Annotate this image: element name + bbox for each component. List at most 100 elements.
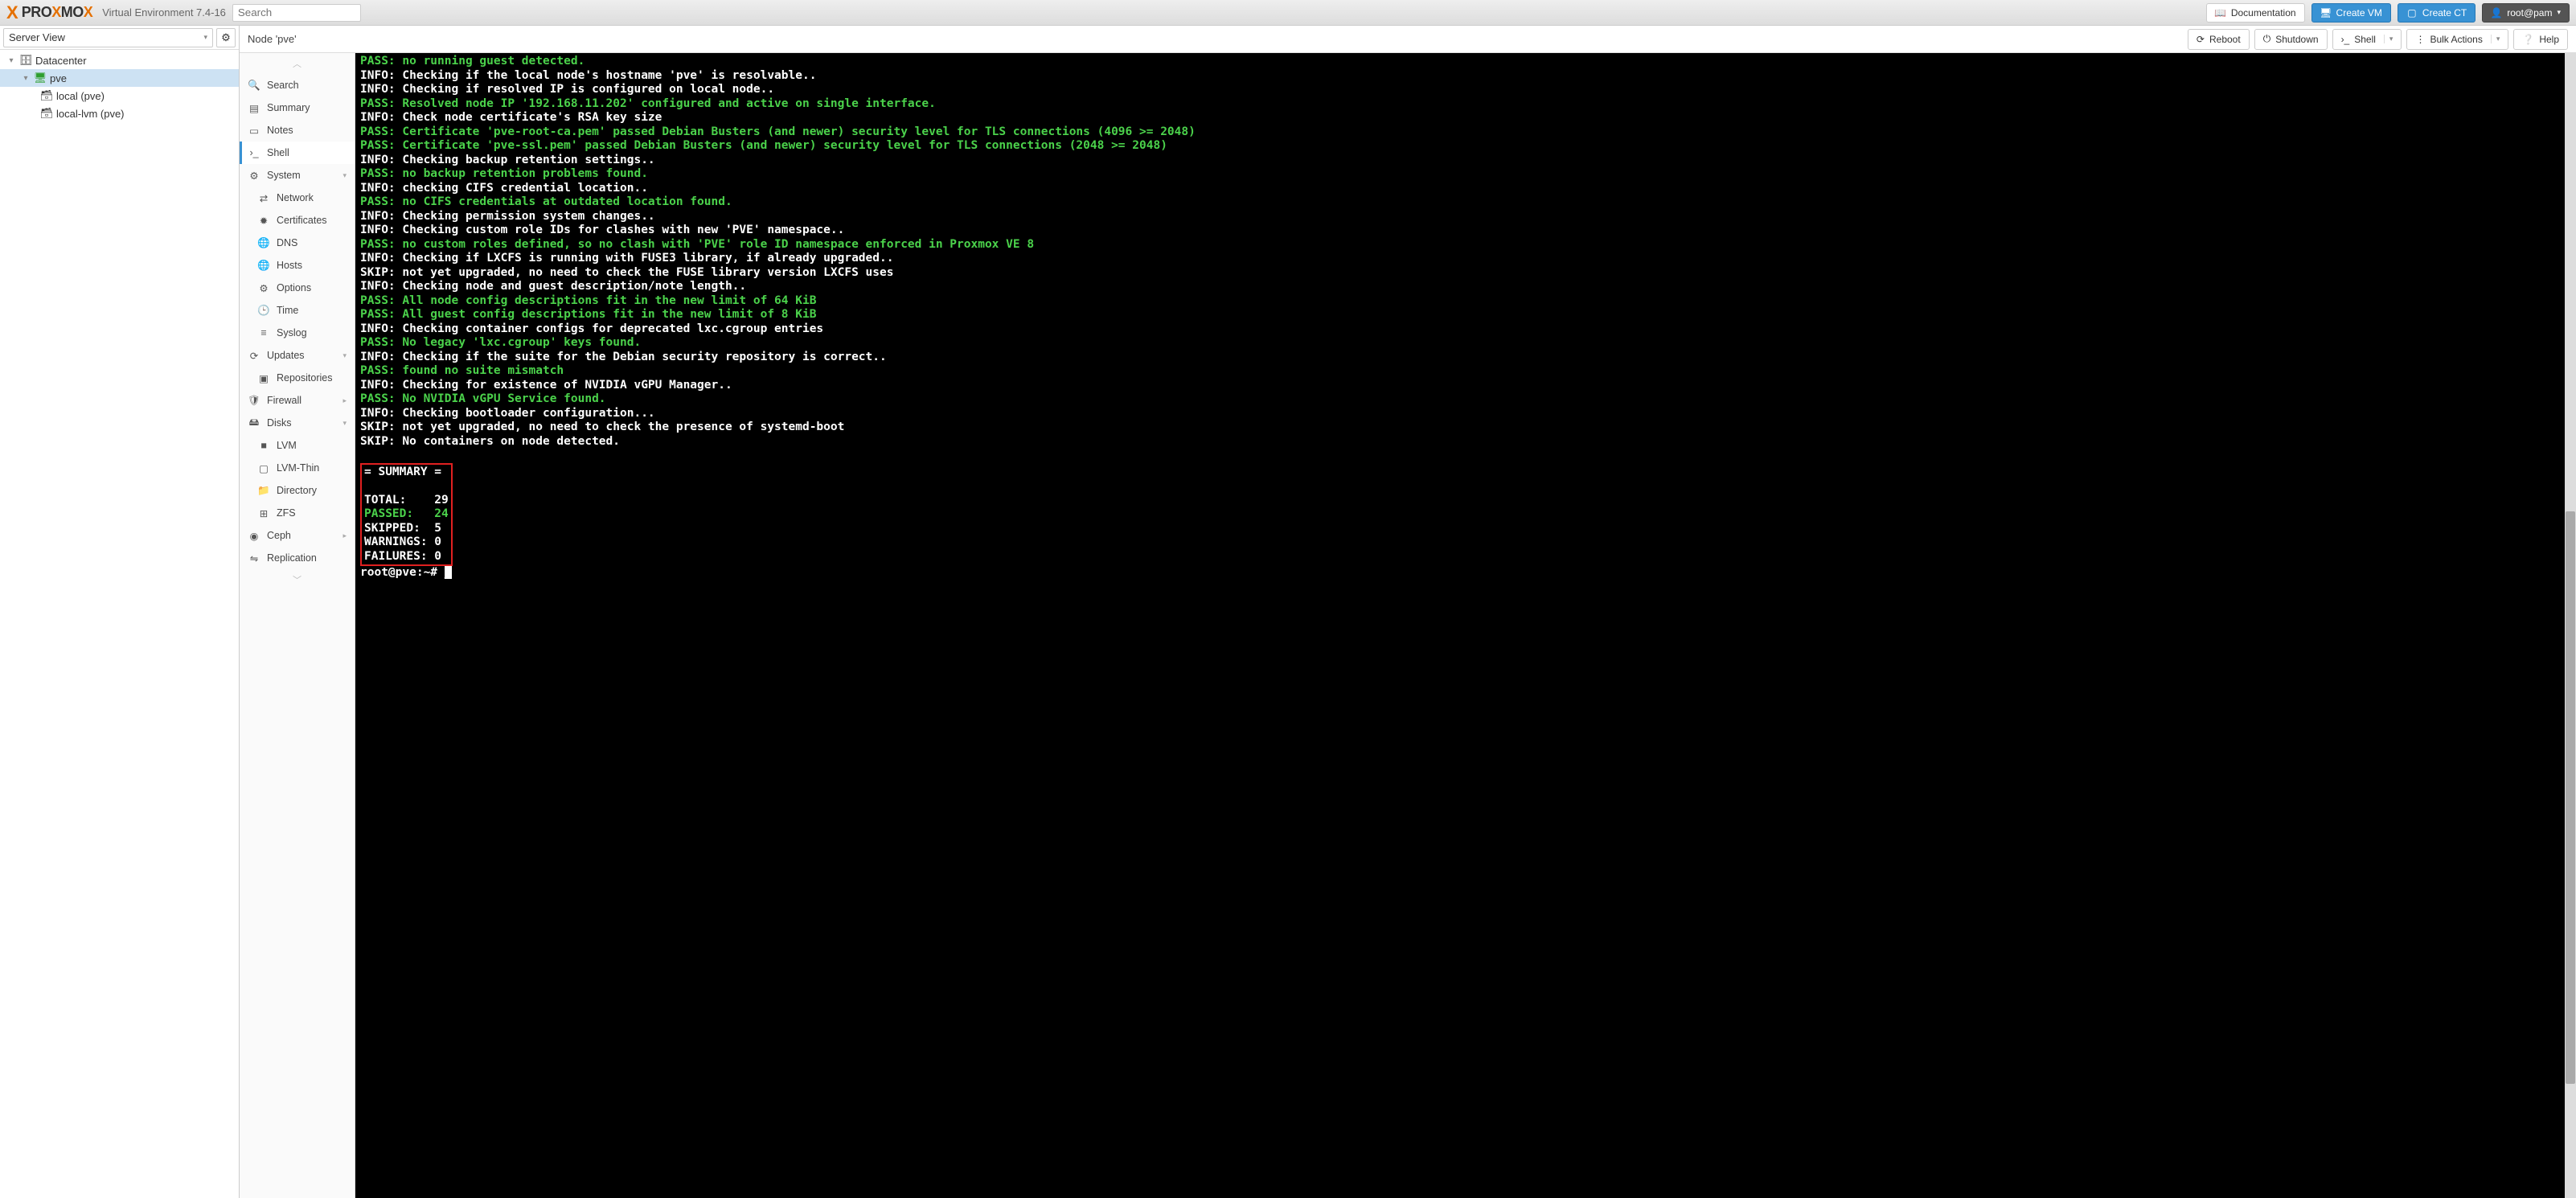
summary-header: = SUMMARY = bbox=[364, 466, 449, 480]
user-menu-button[interactable]: 👤 root@pam ▾ bbox=[2482, 3, 2570, 23]
menu-updates[interactable]: ⟳Updates▾ bbox=[240, 344, 355, 367]
terminal-line: PASS: Certificate 'pve-root-ca.pem' pass… bbox=[360, 125, 2571, 140]
scrollbar-thumb[interactable] bbox=[2566, 511, 2575, 1084]
menu-disks[interactable]: 🖴Disks▾ bbox=[240, 412, 355, 434]
shell-dropdown-button[interactable]: ›_ Shell ▾ bbox=[2332, 29, 2402, 50]
terminal-line: SKIP: not yet upgraded, no need to check… bbox=[360, 266, 2571, 281]
replication-icon: ⇋ bbox=[248, 552, 260, 564]
menu-firewall[interactable]: 🛡Firewall▸ bbox=[240, 389, 355, 412]
logo-text: PROXMOX bbox=[22, 4, 93, 21]
chevron-down-icon: ▾ bbox=[343, 351, 347, 360]
menu-syslog[interactable]: ≡Syslog bbox=[240, 322, 355, 344]
tree-datacenter[interactable]: ▾ 🗄 Datacenter bbox=[0, 51, 239, 69]
menu-system[interactable]: ⚙System▾ bbox=[240, 164, 355, 187]
shutdown-button[interactable]: ⏻ Shutdown bbox=[2254, 29, 2328, 50]
gear-button[interactable]: ⚙ bbox=[216, 28, 236, 47]
collapse-up-icon[interactable]: ︿ bbox=[240, 53, 355, 74]
node-title: Node 'pve' bbox=[248, 33, 2183, 45]
container-icon: ▢ bbox=[2406, 7, 2418, 18]
terminal-line: PASS: All guest config descriptions fit … bbox=[360, 308, 2571, 322]
menu-options[interactable]: ⚙Options bbox=[240, 277, 355, 299]
book-icon: 📖 bbox=[2215, 7, 2226, 18]
help-button[interactable]: ❔ Help bbox=[2513, 29, 2568, 50]
create-ct-label: Create CT bbox=[2422, 7, 2467, 18]
terminal-line: INFO: Checking bootloader configuration.… bbox=[360, 407, 2571, 421]
refresh-icon: ⟳ bbox=[2197, 34, 2205, 45]
square-outline-icon: ▢ bbox=[257, 462, 270, 474]
cursor-icon: _ bbox=[445, 566, 452, 579]
chevron-down-icon: ▾ bbox=[343, 171, 347, 180]
summary-failures: FAILURES: 0 bbox=[364, 550, 449, 564]
search-icon: 🔍 bbox=[248, 80, 260, 92]
shield-icon: 🛡 bbox=[248, 395, 260, 407]
menu-dns[interactable]: 🌐DNS bbox=[240, 232, 355, 254]
server-view-label: Server View bbox=[9, 31, 65, 43]
menu-certificates[interactable]: ✹Certificates bbox=[240, 209, 355, 232]
tree-storage-local[interactable]: 🗃 local (pve) bbox=[0, 87, 239, 105]
tree-datacenter-label: Datacenter bbox=[35, 55, 87, 67]
menu-icon: ⋮ bbox=[2415, 34, 2425, 45]
refresh-icon: ⟳ bbox=[248, 350, 260, 362]
square-icon: ■ bbox=[257, 440, 270, 451]
terminal-line: INFO: Checking if the local node's hostn… bbox=[360, 69, 2571, 84]
side-menu: ︿ 🔍Search ▤Summary ▭Notes ›_Shell ⚙Syste… bbox=[240, 53, 355, 1198]
tree-node-pve[interactable]: ▾ 🖥 pve bbox=[0, 69, 239, 87]
menu-lvm[interactable]: ■LVM bbox=[240, 434, 355, 457]
menu-hosts[interactable]: 🌐Hosts bbox=[240, 254, 355, 277]
menu-directory[interactable]: 📁Directory bbox=[240, 479, 355, 502]
power-icon: ⏻ bbox=[2263, 33, 2271, 45]
summary-blank bbox=[364, 479, 449, 494]
terminal-line: INFO: Checking if resolved IP is configu… bbox=[360, 83, 2571, 97]
menu-summary[interactable]: ▤Summary bbox=[240, 96, 355, 119]
terminal-line: INFO: Checking custom role IDs for clash… bbox=[360, 224, 2571, 238]
menu-time[interactable]: 🕒Time bbox=[240, 299, 355, 322]
terminal-line: SKIP: No containers on node detected. bbox=[360, 435, 2571, 449]
terminal-line: PASS: No NVIDIA vGPU Service found. bbox=[360, 392, 2571, 407]
terminal-line: INFO: Checking for existence of NVIDIA v… bbox=[360, 379, 2571, 393]
bulk-actions-button[interactable]: ⋮ Bulk Actions ▾ bbox=[2406, 29, 2508, 50]
ceph-icon: ◉ bbox=[248, 530, 260, 542]
terminal-icon: ›_ bbox=[2341, 34, 2350, 45]
list-icon: ≡ bbox=[257, 327, 270, 338]
reboot-button[interactable]: ⟳ Reboot bbox=[2188, 29, 2250, 50]
terminal-line: PASS: All node config descriptions fit i… bbox=[360, 294, 2571, 309]
top-bar: X PROXMOX Virtual Environment 7.4-16 📖 D… bbox=[0, 0, 2576, 26]
menu-zfs[interactable]: ⊞ZFS bbox=[240, 502, 355, 524]
reboot-label: Reboot bbox=[2209, 34, 2241, 45]
tree-storage-local-lvm-label: local-lvm (pve) bbox=[56, 108, 125, 120]
create-vm-button[interactable]: 🖥 Create VM bbox=[2311, 3, 2391, 23]
box-icon: ▣ bbox=[257, 372, 270, 384]
terminal-line: PASS: no backup retention problems found… bbox=[360, 167, 2571, 182]
summary-skipped: SKIPPED: 5 bbox=[364, 522, 449, 536]
terminal-line: INFO: checking CIFS credential location.… bbox=[360, 182, 2571, 196]
documentation-button[interactable]: 📖 Documentation bbox=[2206, 3, 2305, 23]
search-input[interactable] bbox=[232, 4, 361, 22]
tree-storage-local-label: local (pve) bbox=[56, 90, 105, 102]
menu-ceph[interactable]: ◉Ceph▸ bbox=[240, 524, 355, 547]
collapse-down-icon[interactable]: ﹀ bbox=[240, 569, 355, 590]
menu-repositories[interactable]: ▣Repositories bbox=[240, 367, 355, 389]
menu-search[interactable]: 🔍Search bbox=[240, 74, 355, 96]
disk-icon: 🗃 bbox=[40, 89, 53, 102]
menu-network[interactable]: ⇄Network bbox=[240, 187, 355, 209]
server-view-select[interactable]: Server View ▾ bbox=[3, 28, 213, 47]
terminal-line: PASS: Resolved node IP '192.168.11.202' … bbox=[360, 97, 2571, 112]
collapse-icon: ▾ bbox=[6, 56, 16, 65]
certificate-icon: ✹ bbox=[257, 215, 270, 227]
menu-notes[interactable]: ▭Notes bbox=[240, 119, 355, 142]
logo: X PROXMOX bbox=[6, 2, 92, 23]
scrollbar[interactable] bbox=[2565, 53, 2576, 1198]
menu-lvm-thin[interactable]: ▢LVM-Thin bbox=[240, 457, 355, 479]
menu-shell[interactable]: ›_Shell bbox=[240, 142, 355, 164]
create-ct-button[interactable]: ▢ Create CT bbox=[2398, 3, 2476, 23]
globe-icon: 🌐 bbox=[257, 260, 270, 272]
terminal-pane[interactable]: PASS: no running guest detected.INFO: Ch… bbox=[355, 53, 2576, 1198]
tree-storage-local-lvm[interactable]: 🗃 local-lvm (pve) bbox=[0, 105, 239, 122]
gear-icon: ⚙ bbox=[221, 31, 231, 44]
tree-node-label: pve bbox=[50, 72, 67, 84]
bulk-label: Bulk Actions bbox=[2430, 34, 2482, 45]
terminal-blank bbox=[360, 449, 2571, 463]
menu-replication[interactable]: ⇋Replication bbox=[240, 547, 355, 569]
terminal-line: INFO: Checking container configs for dep… bbox=[360, 322, 2571, 337]
terminal-line: INFO: Checking backup retention settings… bbox=[360, 154, 2571, 168]
